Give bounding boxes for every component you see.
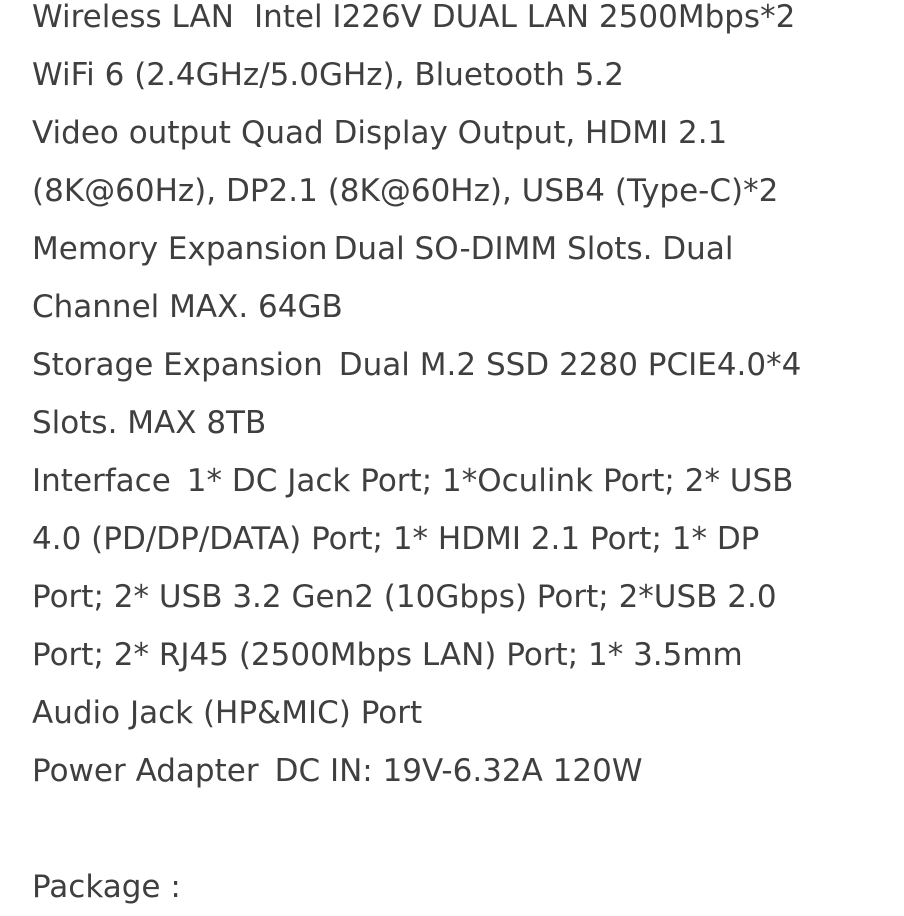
spec-value-memory: Dual SO-DIMM Slots. Dual (333, 231, 734, 267)
spec-value-wireless: Intel I226V DUAL LAN 2500Mbps*2 (253, 0, 796, 35)
spec-value-power: DC IN: 19V-6.32A 120W (274, 753, 643, 789)
spec-row-video: Video output Quad Display Output, HDMI 2.… (32, 104, 892, 162)
spec-row-storage: Storage Expansion Dual M.2 SSD 2280 PCIE4… (32, 336, 892, 394)
spec-value-interface-cont-3: Port; 2* RJ45 (2500Mbps LAN) Port; 1* 3.… (32, 637, 743, 673)
spec-row-interface: Interface 1* DC Jack Port; 1*Oculink Port… (32, 452, 892, 510)
spec-label-memory: Memory Expansion (32, 231, 328, 267)
spec-row-memory: Memory Expansion Dual SO-DIMM Slots. Dual (32, 220, 892, 278)
spec-row-wireless: Wireless LAN Intel I226V DUAL LAN 2500Mbp… (32, 0, 892, 46)
spec-label-power: Power Adapter (32, 753, 259, 789)
spec-value-video-cont: (8K@60Hz), DP2.1 (8K@60Hz), USB4 (Type-C… (32, 173, 779, 209)
spec-value-video: Quad Display Output, HDMI 2.1 (240, 115, 728, 151)
spec-value-storage: Dual M.2 SSD 2280 PCIE4.0*4 (338, 347, 802, 383)
spec-value-interface-cont-1: 4.0 (PD/DP/DATA) Port; 1* HDMI 2.1 Port;… (32, 521, 760, 557)
spec-value-wireless-cont: WiFi 6 (2.4GHz/5.0GHz), Bluetooth 5.2 (32, 57, 624, 93)
spec-label-video: Video output (32, 115, 231, 151)
spec-value-memory-cont: Channel MAX. 64GB (32, 289, 343, 325)
package-heading: Package : (32, 869, 181, 905)
spec-label-storage: Storage Expansion (32, 347, 323, 383)
spec-label-interface: Interface (32, 463, 171, 499)
spec-value-storage-cont: Slots. MAX 8TB (32, 405, 267, 441)
spec-value-interface-cont-2: Port; 2* USB 3.2 Gen2 (10Gbps) Port; 2*U… (32, 579, 777, 615)
spec-label-wireless: Wireless LAN (32, 0, 234, 35)
spec-value-interface: 1* DC Jack Port; 1*Oculink Port; 2* USB (186, 463, 794, 499)
spec-row-power: Power Adapter DC IN: 19V-6.32A 120W (32, 742, 892, 800)
spec-value-interface-cont-4: Audio Jack (HP&MIC) Port (32, 695, 423, 731)
spec-text-block: Wireless LAN Intel I226V DUAL LAN 2500Mbp… (32, 0, 892, 916)
